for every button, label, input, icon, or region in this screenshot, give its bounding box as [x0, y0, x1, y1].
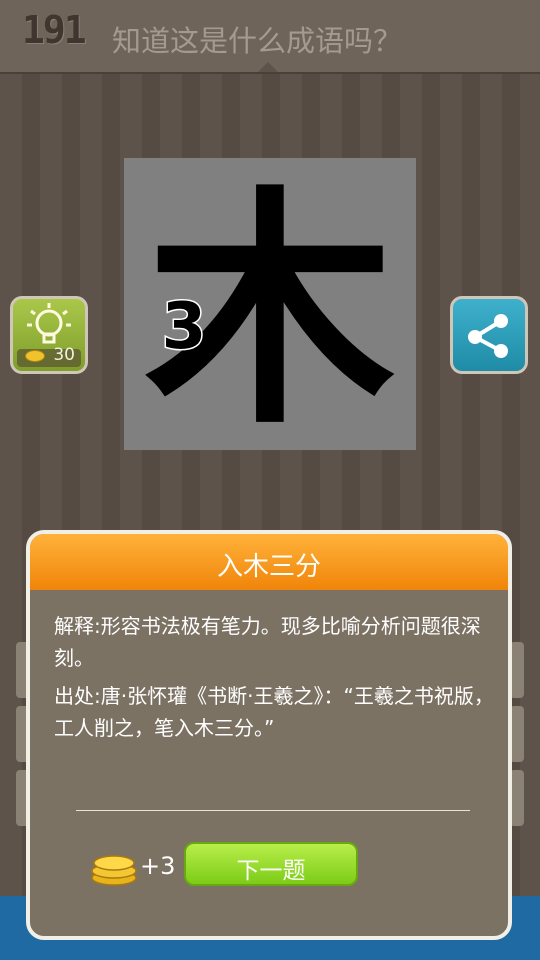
question-prompt: 知道这是什么成语吗？ — [112, 24, 403, 58]
hint-cost: 30 — [53, 345, 75, 365]
reward-amount: +3 — [140, 852, 176, 880]
origin: 出处:唐·张怀瓘《书断·王羲之》：“王羲之书祝版，工人削之，笔入木三分。” — [54, 680, 494, 744]
puzzle-drawing: 木 3 — [145, 166, 395, 450]
puzzle-number: 3 — [162, 290, 207, 364]
origin-text: 唐·张怀瓘《书断·王羲之》：“王羲之书祝版，工人削之，笔入木三分。” — [54, 684, 494, 740]
level-number: 191 — [22, 8, 87, 52]
divider — [76, 810, 470, 811]
next-question-button[interactable]: 下一题 — [184, 842, 358, 886]
coin-stack-icon — [91, 855, 137, 886]
next-question-label: 下一题 — [236, 858, 306, 884]
explanation-text: 形容书法极有笔力。现多比喻分析问题很深刻。 — [54, 614, 481, 670]
idiom-title: 入木三分 — [216, 552, 321, 582]
answer-tile-edge — [510, 706, 524, 762]
answer-tile-edge — [510, 770, 524, 826]
coin-icon — [25, 350, 45, 362]
answer-tile-edge — [510, 642, 524, 698]
hint-cost-bar: 30 — [17, 345, 81, 367]
puzzle-image: 木 3 — [124, 158, 416, 450]
explanation-label: 解释: — [54, 614, 101, 638]
origin-label: 出处: — [54, 684, 101, 708]
dialog-header: 入木三分 — [30, 534, 508, 590]
explanation: 解释:形容书法极有笔力。现多比喻分析问题很深刻。 — [54, 610, 494, 674]
answer-dialog: 入木三分 解释:形容书法极有笔力。现多比喻分析问题很深刻。 出处:唐·张怀瓘《书… — [26, 530, 512, 940]
hint-button[interactable]: 30 — [10, 296, 88, 374]
header-notch — [258, 62, 278, 72]
share-button[interactable] — [450, 296, 528, 374]
share-icon — [468, 314, 508, 358]
